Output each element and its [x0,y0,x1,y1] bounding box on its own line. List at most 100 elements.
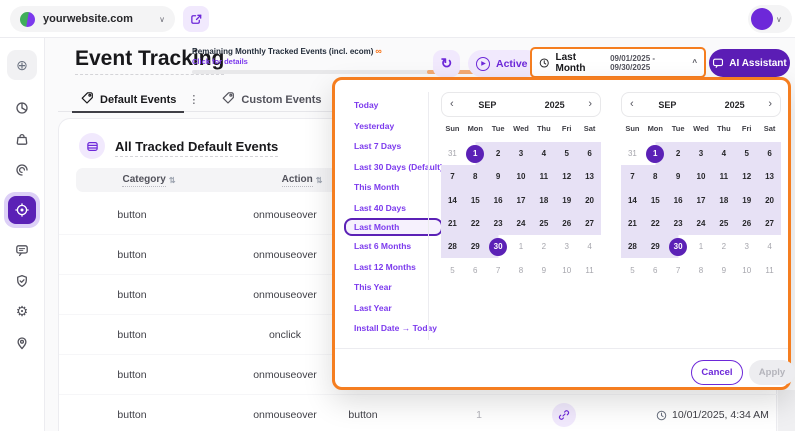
calendar-day[interactable]: 2 [532,235,555,258]
preset-this-year[interactable]: This Year [354,277,443,298]
calendar-day[interactable]: 22 [644,212,667,235]
date-range-selector[interactable]: Last Month 09/01/2025 - 09/30/2025 ^ [530,47,706,78]
calendar-day[interactable]: 28 [621,235,644,258]
tab-overflow-menu-icon[interactable]: ⋮ [188,93,199,106]
preset-install-date-today[interactable]: Install Date → Today [354,318,443,339]
calendar-day[interactable]: 27 [758,212,781,235]
calendar-day[interactable]: 19 [735,189,758,212]
sidebar-item-collapse[interactable]: ⊕ [7,50,37,80]
apply-button[interactable]: Apply [749,360,795,385]
calendar-day[interactable]: 19 [555,189,578,212]
calendar-day[interactable]: 15 [464,189,487,212]
calendar-day[interactable]: 11 [578,258,601,281]
calendar-day[interactable]: 16 [667,189,690,212]
calendar-day[interactable]: 3 [690,142,713,165]
site-selector[interactable]: yourwebsite.com ∨ [10,6,175,32]
preset-yesterday[interactable]: Yesterday [354,116,443,137]
calendar-day[interactable]: 17 [510,189,533,212]
calendar-day[interactable]: 9 [487,165,510,188]
calendar-day[interactable]: 2 [667,142,690,165]
calendar-day[interactable]: 1 [690,235,713,258]
calendar-day[interactable]: 11 [532,165,555,188]
quota-details-link[interactable]: Click for details [192,57,248,66]
calendar-day[interactable]: 20 [758,189,781,212]
cancel-button[interactable]: Cancel [691,360,743,385]
calendar-day[interactable]: 28 [441,235,464,258]
sidebar-item-event-tracking[interactable] [4,192,40,228]
preset-last-year[interactable]: Last Year [354,298,443,319]
calendar-day[interactable]: 11 [758,258,781,281]
ai-assistant-button[interactable]: AI Assistant [709,49,790,77]
refresh-button[interactable]: ↻ [433,50,460,77]
calendar-day[interactable]: 2 [712,235,735,258]
calendar-day[interactable]: 14 [441,189,464,212]
calendar-day[interactable]: 3 [510,142,533,165]
next-month-icon[interactable]: › [768,99,772,110]
calendar-day[interactable]: 7 [441,165,464,188]
preset-last-12-months[interactable]: Last 12 Months [354,257,443,278]
calendar-day[interactable]: 4 [578,235,601,258]
status-toggle[interactable]: ▶ Active [468,50,540,77]
calendar-day[interactable]: 1 [464,142,487,165]
sidebar-item-visitor-pin[interactable] [7,328,37,358]
calendar-day[interactable]: 9 [667,165,690,188]
calendar-day[interactable]: 23 [487,212,510,235]
link-icon[interactable] [552,403,576,427]
calendar-day[interactable]: 10 [735,258,758,281]
calendar-day[interactable]: 21 [621,212,644,235]
scrollbar-track[interactable] [778,390,795,431]
preset-last-30-days-default-[interactable]: Last 30 Days (Default) [354,157,443,178]
preset-this-month[interactable]: This Month [354,177,443,198]
calendar-day[interactable]: 11 [712,165,735,188]
calendar-day[interactable]: 24 [510,212,533,235]
calendar-day[interactable]: 3 [735,235,758,258]
tab-custom-events[interactable]: Custom Events [221,88,321,112]
calendar-day[interactable]: 26 [555,212,578,235]
calendar-day[interactable]: 6 [644,258,667,281]
calendar-day[interactable]: 30 [667,235,690,258]
calendar-day[interactable]: 4 [712,142,735,165]
preset-today[interactable]: Today [354,95,443,116]
calendar-day[interactable]: 8 [690,258,713,281]
calendar-day[interactable]: 31 [441,142,464,165]
calendar-day[interactable]: 9 [712,258,735,281]
calendar-day[interactable]: 1 [510,235,533,258]
calendar-day[interactable]: 18 [532,189,555,212]
sort-icon[interactable]: ⇅ [169,176,176,185]
preset-last-40-days[interactable]: Last 40 Days [354,198,443,219]
sort-icon[interactable]: ⇅ [316,176,323,185]
sidebar-item-store[interactable] [7,124,37,154]
calendar-day[interactable]: 23 [667,212,690,235]
calendar-day[interactable]: 26 [735,212,758,235]
calendar-day[interactable]: 5 [735,142,758,165]
calendar-day[interactable]: 6 [578,142,601,165]
calendar-day[interactable]: 8 [644,165,667,188]
calendar-day[interactable]: 13 [578,165,601,188]
calendar-day[interactable]: 14 [621,189,644,212]
calendar-day[interactable]: 29 [644,235,667,258]
calendar-day[interactable]: 27 [578,212,601,235]
calendar-day[interactable]: 8 [510,258,533,281]
calendar-day[interactable]: 4 [758,235,781,258]
calendar-day[interactable]: 12 [735,165,758,188]
calendar-day[interactable]: 3 [555,235,578,258]
calendar-day[interactable]: 6 [758,142,781,165]
calendar-day[interactable]: 6 [464,258,487,281]
calendar-day[interactable]: 31 [621,142,644,165]
calendar-day[interactable]: 4 [532,142,555,165]
next-month-icon[interactable]: › [588,99,592,110]
open-site-button[interactable] [183,6,209,32]
calendar-day[interactable]: 1 [644,142,667,165]
calendar-day[interactable]: 8 [464,165,487,188]
sidebar-item-settings-gear[interactable]: ⚙ [7,297,37,327]
calendar-day[interactable]: 10 [555,258,578,281]
table-row[interactable]: buttononmouseoverbutton110/01/2025, 4:34… [59,395,778,431]
calendar-day[interactable]: 29 [464,235,487,258]
calendar-day[interactable]: 12 [555,165,578,188]
calendar-day[interactable]: 25 [532,212,555,235]
calendar-day[interactable]: 15 [644,189,667,212]
calendar-day[interactable]: 5 [555,142,578,165]
calendar-day[interactable]: 20 [578,189,601,212]
calendar-day[interactable]: 21 [441,212,464,235]
sidebar-item-feedback-chat[interactable] [7,235,37,265]
